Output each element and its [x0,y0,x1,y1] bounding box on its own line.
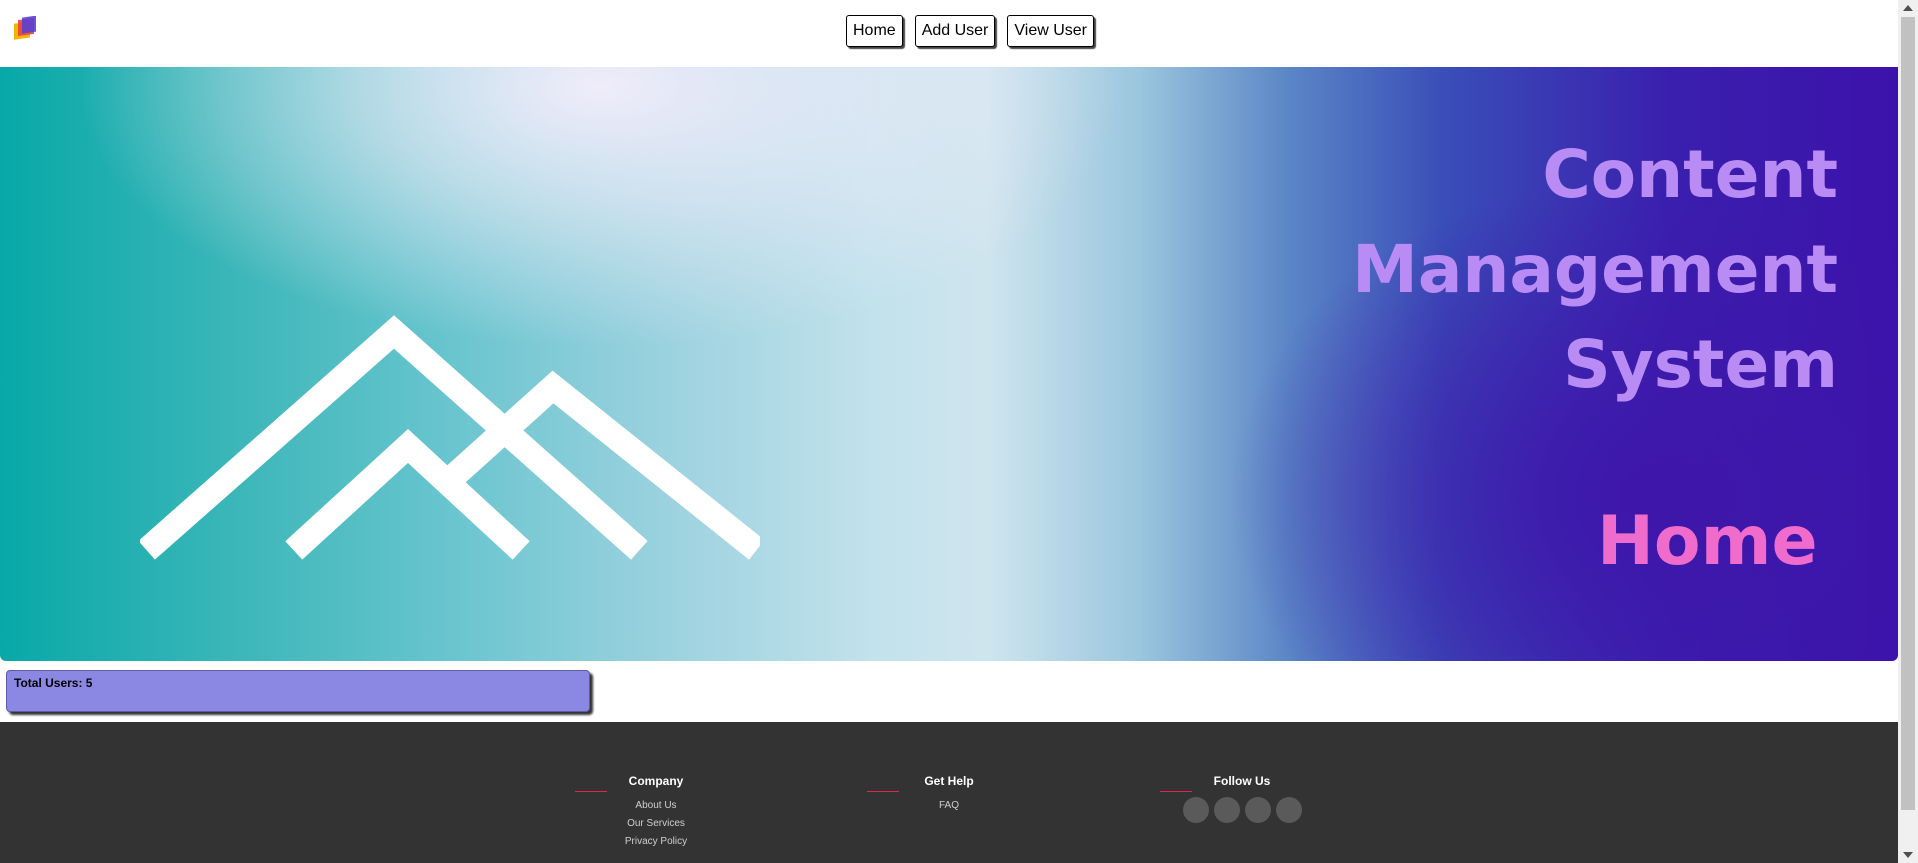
total-users-card: Total Users: 5 [6,670,590,712]
footer-follow: Follow Us [1175,774,1309,823]
our-services-link[interactable]: Our Services [606,815,706,833]
social-icon-4[interactable] [1275,797,1302,823]
view-user-button[interactable]: View User [1007,15,1095,47]
logo-icon[interactable] [12,16,40,44]
social-icon-1[interactable] [1182,797,1209,823]
scrollbar-thumb[interactable] [1901,17,1915,810]
privacy-policy-link[interactable]: Privacy Policy [606,833,706,851]
help-accent-line [867,791,899,792]
social-icon-2[interactable] [1213,797,1240,823]
footer-help: Get Help FAQ [899,774,999,815]
add-user-button[interactable]: Add User [914,15,996,47]
top-nav: Home Add User View User [846,15,1095,47]
company-accent-line [575,791,607,792]
footer: Company About Us Our Services Privacy Po… [0,722,1898,863]
about-us-link[interactable]: About Us [606,797,706,815]
follow-heading: Follow Us [1213,774,1271,788]
faq-link[interactable]: FAQ [899,797,999,815]
home-button[interactable]: Home [846,15,903,47]
social-icon-3[interactable] [1244,797,1271,823]
hero-banner: Content Management System Home [0,67,1898,661]
title-line-1: Content [1542,136,1838,213]
page-heading: Home [1597,502,1818,581]
title-line-2: Management [1352,231,1838,308]
title-line-3: System [1563,326,1838,403]
total-users-text: Total Users: 5 [14,676,93,690]
page: Home Add User View User Content Manageme… [0,0,1898,863]
vertical-scrollbar[interactable] [1898,0,1918,863]
scroll-up-icon[interactable] [1903,5,1913,11]
social-links [1175,797,1309,823]
hero-title: Content Management System [1352,127,1838,412]
help-heading: Get Help [924,774,974,788]
mountains-icon [140,315,760,560]
footer-company: Company About Us Our Services Privacy Po… [606,774,706,851]
company-heading: Company [628,774,684,788]
scroll-down-icon[interactable] [1903,852,1913,858]
